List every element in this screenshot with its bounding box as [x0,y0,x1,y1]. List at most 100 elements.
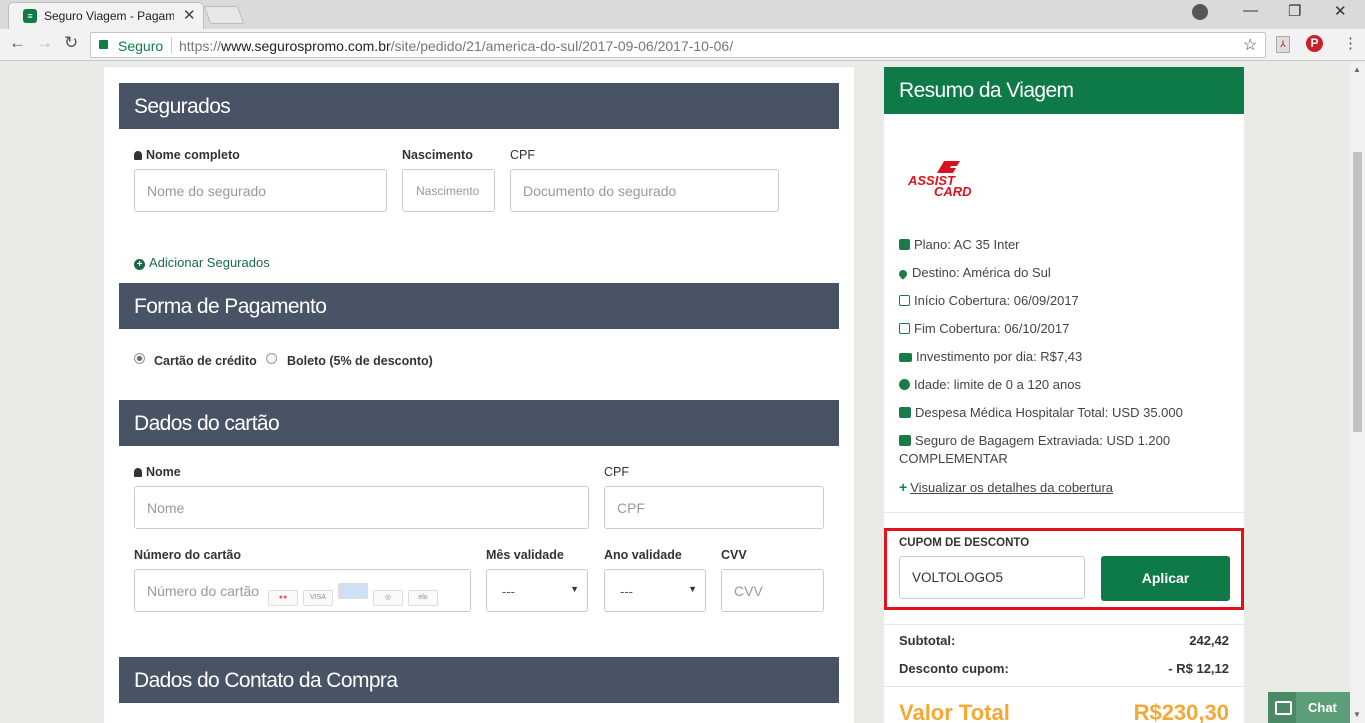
discount-label: Desconto cupom: [899,661,1009,676]
maximize-icon[interactable]: ❐ [1288,2,1301,20]
plan-info: Plano: AC 35 Inter [899,237,1020,252]
medkit-icon [899,407,911,418]
age-text: Idade: limite de 0 a 120 anos [914,377,1081,392]
chevron-down-icon: ▼ [570,584,579,594]
url-prefix: https:// [179,38,222,54]
omnibox-divider [171,37,172,53]
daily-cost-info: Investimento por dia: R$7,43 [899,349,1082,364]
card-cpf-label: CPF [604,465,629,479]
radio-boleto[interactable] [266,353,277,364]
month-select[interactable]: --- ▼ [486,569,588,612]
total-divider [884,686,1244,687]
radio-boleto-label[interactable]: Boleto (5% de desconto) [287,354,433,368]
card-number-input[interactable]: Número do cartão ●● VISA ◎ elo [134,569,471,612]
year-value: --- [620,584,633,599]
year-select[interactable]: --- ▼ [604,569,706,612]
card-cpf-input[interactable]: CPF [604,486,824,529]
discount-row: Desconto cupom: - R$ 12,12 [899,661,1229,676]
browser-toolbar: ← → ↻ Seguro https://www.segurospromo.co… [0,29,1365,61]
browser-tabbar: ≡ Seguro Viagem - Pagamento ✕ — ❐ ✕ [0,0,1365,29]
daily-cost-text: Investimento por dia: R$7,43 [916,349,1083,364]
coupon-label: CUPOM DE DESCONTO [899,537,1030,549]
birth-input[interactable]: Nascimento [402,169,495,212]
baggage-text: Seguro de Bagagem Extraviada: USD 1.200 [915,433,1171,448]
contato-header: Dados do Contato da Compra [119,657,839,703]
card-name-label-text: Nome [146,465,181,479]
coupon-input[interactable]: VOLTOLOGO5 [899,556,1085,599]
reload-icon[interactable]: ↻ [64,33,78,53]
coverage-details-link[interactable]: + Visualizar os detalhes da cobertura [899,479,1113,495]
cvv-label: CVV [721,548,747,562]
diners-icon: ◎ [373,590,403,606]
summary-header: Resumo da Viagem [884,67,1244,114]
plan-text: Plano: AC 35 Inter [914,237,1020,252]
scroll-down-icon[interactable]: ▼ [1353,710,1361,719]
end-date-text: Fim Cobertura: 06/10/2017 [914,321,1070,336]
url-path: /site/pedido/21/america-do-sul/2017-09-0… [390,38,734,54]
assist-card-logo: ASSIST CARD [907,161,972,197]
month-label: Mês validade [486,548,564,562]
pdf-extension-icon[interactable]: ⅄ [1276,36,1290,53]
chat-label: Chat [1308,700,1337,715]
browser-menu-icon[interactable]: ⋮ [1343,34,1358,52]
scroll-thumb[interactable] [1353,152,1362,432]
chevron-down-icon: ▼ [688,584,697,594]
cpf-label: CPF [510,148,535,162]
insured-cpf-input[interactable]: Documento do segurado [510,169,779,212]
plus-icon: + [899,479,908,495]
summary-divider [884,512,1244,513]
radio-card[interactable] [134,353,145,364]
subtotal-row: Subtotal: 242,42 [899,633,1229,648]
suitcase-icon [899,435,911,446]
subtotal-label: Subtotal: [899,633,956,648]
destination-text: Destino: América do Sul [912,265,1051,280]
cartao-header: Dados do cartão [119,400,839,446]
forward-icon[interactable]: → [36,33,53,53]
medical-text: Despesa Médica Hospitalar Total: USD 35.… [915,405,1183,420]
page-scrollbar[interactable]: ▲ ▼ [1350,62,1365,723]
calendar-icon [899,295,910,306]
address-bar[interactable]: Seguro https://www.segurospromo.com.br/s… [90,32,1266,58]
bookmark-star-icon[interactable]: ☆ [1243,35,1257,55]
baggage-complement: COMPLEMENTAR [899,451,1008,466]
close-window-icon[interactable]: ✕ [1334,2,1347,20]
name-label: Nome completo [134,148,240,162]
insured-name-input[interactable]: Nome do segurado [134,169,387,212]
chat-button[interactable]: Chat [1268,692,1350,723]
page-content: Segurados Nome completo Nome do segurado… [0,62,1350,723]
segurados-header: Segurados [119,83,839,129]
trip-summary: Resumo da Viagem ASSIST CARD Plano: AC 3… [884,67,1244,723]
add-insured-text: Adicionar Segurados [149,255,270,270]
money-icon [899,353,912,362]
new-tab-button[interactable] [203,6,245,24]
visa-icon: VISA [303,590,333,606]
minimize-icon[interactable]: — [1243,2,1258,19]
total-row: Valor Total R$230,30 [899,700,1229,723]
heart-icon [899,379,910,390]
url-text: https://www.segurospromo.com.br/site/ped… [179,38,733,54]
svg-text:CARD: CARD [934,184,972,197]
apply-coupon-button[interactable]: Aplicar [1101,556,1230,601]
map-marker-icon [897,268,909,280]
destination-info: Destino: América do Sul [897,265,1051,280]
coupon-box: CUPOM DE DESCONTO VOLTOLOGO5 Aplicar [884,528,1244,610]
add-insured-link[interactable]: + Adicionar Segurados [134,255,270,270]
tab-title: Seguro Viagem - Pagamento [44,9,174,23]
card-holder-input[interactable]: Nome [134,486,589,529]
start-date-text: Início Cobertura: 06/09/2017 [914,293,1079,308]
back-icon[interactable]: ← [9,33,26,53]
tag-icon [899,239,910,250]
cvv-input[interactable]: CVV [721,569,824,612]
user-icon [134,468,142,477]
end-date-info: Fim Cobertura: 06/10/2017 [899,321,1069,336]
total-label: Valor Total [899,700,1010,723]
scroll-up-icon[interactable]: ▲ [1353,65,1361,74]
pinterest-extension-icon[interactable]: P [1306,35,1323,52]
tab-close-icon[interactable]: ✕ [183,6,196,24]
browser-tab[interactable]: ≡ Seguro Viagem - Pagamento ✕ [8,2,204,29]
age-info: Idade: limite de 0 a 120 anos [899,377,1081,392]
profile-icon[interactable] [1192,4,1208,20]
totals-divider [884,624,1244,625]
radio-card-label[interactable]: Cartão de crédito [154,354,257,368]
coverage-details-text[interactable]: Visualizar os detalhes da cobertura [910,480,1113,495]
